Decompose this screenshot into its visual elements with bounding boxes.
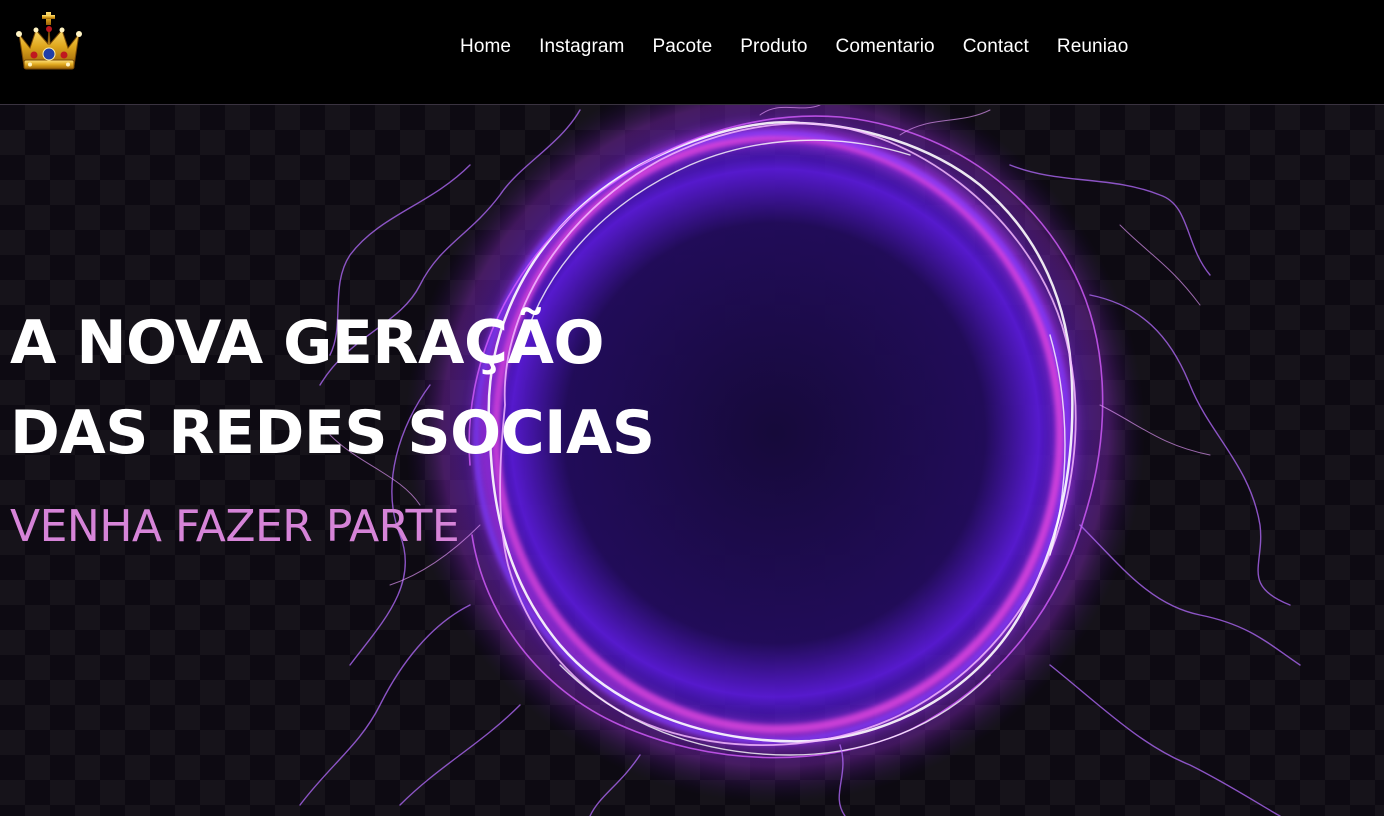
nav-item-pacote: Pacote [638,33,726,61]
nav-link-contact[interactable]: Contact [963,36,1029,57]
nav-link-instagram[interactable]: Instagram [539,36,624,57]
hero-section: A NOVA GERAÇÃO DAS REDES SOCIAS VENHA FA… [0,105,1384,816]
top-navbar: Home Instagram Pacote Produto Comentario… [0,0,1384,105]
nav-link-pacote[interactable]: Pacote [652,36,712,57]
nav-link-reuniao[interactable]: Reuniao [1057,36,1128,57]
hero-subheadline: VENHA FAZER PARTE [10,501,460,552]
page: Home Instagram Pacote Produto Comentario… [0,0,1384,816]
hero-headline: A NOVA GERAÇÃO DAS REDES SOCIAS [10,298,770,478]
nav-item-reuniao: Reuniao [1043,33,1142,61]
nav-link-comentario[interactable]: Comentario [836,36,935,57]
nav-item-instagram: Instagram [525,33,638,61]
hero-headline-line1: A NOVA GERAÇÃO [10,308,604,378]
nav-item-contact: Contact [949,33,1043,61]
hero-headline-line2: DAS REDES SOCIAS [10,398,655,468]
crown-icon[interactable] [14,10,84,80]
nav-link-produto[interactable]: Produto [740,36,807,57]
nav-link-home[interactable]: Home [460,36,511,57]
nav-item-comentario: Comentario [822,33,949,61]
nav-item-home: Home [446,33,525,61]
nav-item-produto: Produto [726,33,821,61]
main-nav: Home Instagram Pacote Produto Comentario… [446,33,1142,61]
